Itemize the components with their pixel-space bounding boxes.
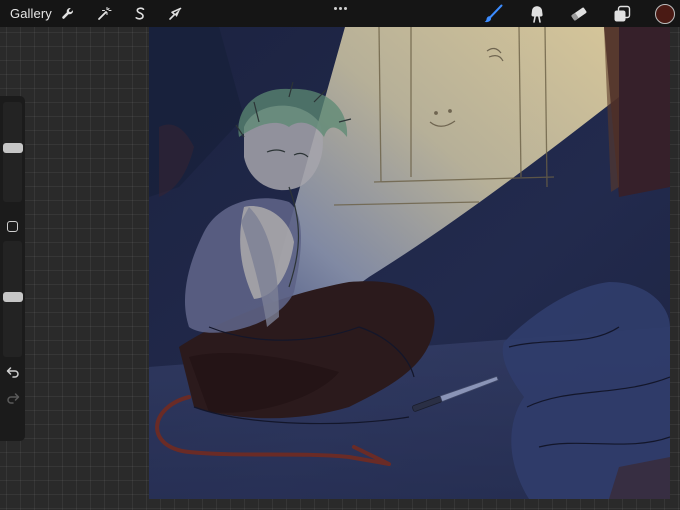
transform-button[interactable] [164,3,186,25]
adjustments-button[interactable] [93,3,115,25]
arrow-cursor-icon [169,7,182,20]
top-toolbar: Gallery [0,0,680,27]
eraser-button[interactable] [568,3,590,25]
smudge-button[interactable] [526,3,548,25]
actions-button[interactable] [57,3,79,25]
undo-button[interactable] [4,364,22,380]
eraser-icon [571,7,587,21]
smudge-icon [531,6,543,23]
undo-icon [6,367,19,378]
layers-icon [614,5,631,22]
selection-button[interactable] [129,3,151,25]
artwork [149,27,670,499]
magic-wand-icon [98,6,112,20]
modifier-square-icon[interactable] [7,221,18,232]
left-sidebar [0,96,25,441]
redo-icon [7,393,20,404]
wrench-icon [62,8,73,19]
gallery-button[interactable]: Gallery [10,6,52,21]
layers-button[interactable] [611,3,633,25]
selection-s-icon [135,7,145,20]
brush-size-slider-thumb[interactable] [3,143,23,154]
color-swatch[interactable] [655,4,675,24]
brush-button[interactable] [483,3,505,25]
redo-button[interactable] [4,390,22,406]
brush-icon [484,4,503,23]
more-dots-icon[interactable] [330,2,350,14]
drawing-canvas[interactable] [149,27,670,499]
opacity-slider-thumb[interactable] [3,291,23,302]
